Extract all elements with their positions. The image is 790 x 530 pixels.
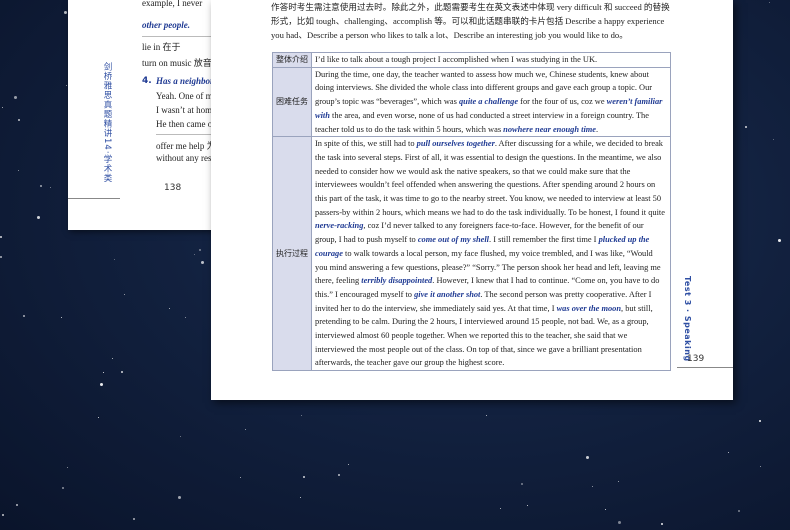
star — [500, 508, 501, 509]
star — [301, 415, 302, 416]
star — [37, 216, 40, 219]
star — [586, 456, 589, 459]
star — [61, 317, 62, 318]
star — [521, 483, 523, 485]
star — [661, 523, 663, 525]
content-text: . — [596, 124, 599, 134]
star — [605, 509, 606, 510]
table-row: 困难任务 During the time, one day, the teache… — [272, 66, 671, 138]
star — [773, 139, 774, 140]
main-page-number-rule — [677, 367, 733, 368]
star — [98, 417, 99, 418]
row-content: I’d like to talk about a tough project I… — [311, 52, 671, 68]
star — [169, 308, 170, 309]
row-label: 执行过程 — [272, 136, 312, 372]
row-label: 整体介绍 — [272, 52, 312, 68]
star — [300, 497, 301, 498]
star — [486, 415, 487, 416]
row-content: During the time, one day, the teacher wa… — [311, 66, 671, 138]
highlighted-phrase: pull ourselves together — [416, 139, 495, 149]
main-page: 作答时考生需注意使用过去时。除此之外，此题需要考生在英文表述中体现 very d… — [211, 0, 733, 400]
back-page-top-line: example, I never — [142, 0, 203, 8]
star — [124, 294, 125, 295]
star — [240, 477, 241, 478]
star — [618, 481, 619, 482]
star — [2, 514, 4, 516]
main-page-number: 139 — [687, 354, 705, 364]
intro-line: you had、Describe a person who likes to t… — [271, 30, 628, 40]
highlighted-phrase: nerve-racking — [315, 221, 364, 231]
star — [18, 170, 19, 171]
star — [728, 452, 729, 453]
content-text: the area, and even worse, none of us had… — [315, 110, 649, 134]
star — [180, 436, 181, 437]
star — [348, 464, 349, 465]
back-page-number-rule — [68, 198, 120, 199]
star — [40, 185, 42, 187]
star — [2, 107, 3, 108]
star — [759, 420, 761, 422]
star — [14, 96, 17, 99]
intro-line: 形式，比如 tough、challenging、accomplish 等。可以和… — [271, 16, 665, 26]
star — [778, 239, 781, 242]
star — [114, 259, 115, 260]
star — [592, 486, 593, 487]
star — [201, 261, 204, 264]
table-row: 执行过程 In spite of this, we still had to pu… — [272, 136, 671, 372]
section-side-tab: Test 3 · Speaking — [683, 276, 692, 362]
content-text: I’d like to talk about a tough project I… — [315, 55, 598, 64]
star — [121, 371, 123, 373]
highlighted-phrase: was over the moon — [556, 303, 622, 313]
star — [618, 521, 621, 524]
back-page-question-number: 4. — [142, 76, 152, 86]
star — [745, 126, 747, 128]
star — [133, 518, 135, 520]
back-page-line: lie in 在于 — [142, 42, 181, 52]
star — [194, 254, 195, 255]
star — [62, 487, 64, 489]
star — [66, 85, 67, 86]
star — [64, 11, 67, 14]
star — [185, 317, 186, 318]
star — [338, 474, 340, 476]
content-text: , but still, pretending to be calm. Duri… — [315, 303, 653, 368]
highlighted-phrase: come out of my shell — [417, 235, 490, 245]
intro-paragraph: 作答时考生需注意使用过去时。除此之外，此题需要考生在英文表述中体现 very d… — [271, 0, 671, 42]
highlighted-phrase: nowhere near enough time — [503, 124, 597, 134]
star — [18, 119, 20, 121]
star — [112, 358, 113, 359]
highlighted-phrase: quite a challenge — [458, 97, 519, 107]
highlighted-phrase: terribly disappointed — [361, 276, 433, 286]
content-text: for the four of us, coz we — [518, 97, 607, 107]
star — [23, 315, 25, 317]
highlighted-phrase: give it another shot — [414, 289, 481, 299]
star — [199, 249, 201, 251]
star — [67, 467, 68, 468]
star — [103, 372, 104, 373]
row-content: In spite of this, we still had to pull o… — [311, 136, 671, 372]
back-page-side-title: 剑桥雅思真题精讲14·学术类 — [102, 62, 112, 184]
intro-line: 作答时考生需注意使用过去时。除此之外，此题需要考生在英文表述中体现 very d… — [271, 2, 670, 12]
content-text: . I still remember the first time I — [489, 235, 599, 245]
star — [0, 256, 2, 258]
star — [50, 187, 51, 188]
content-text: In spite of this, we still had to — [315, 139, 417, 149]
star — [245, 429, 246, 430]
back-page-line: other people. — [142, 20, 190, 30]
row-label: 困难任务 — [272, 66, 312, 138]
answer-table: 整体介绍 I’d like to talk about a tough proje… — [272, 52, 671, 372]
star — [527, 505, 528, 506]
star — [303, 476, 305, 478]
star — [100, 383, 103, 386]
star — [0, 236, 2, 238]
star — [769, 2, 770, 3]
content-text: . After discussing for a while, we decid… — [315, 139, 665, 217]
star — [178, 496, 181, 499]
star — [738, 510, 740, 512]
back-page-line: turn on music 放音 — [142, 58, 212, 68]
star — [16, 504, 18, 506]
back-page-number: 138 — [164, 183, 182, 193]
star — [760, 466, 761, 467]
table-row: 整体介绍 I’d like to talk about a tough proje… — [272, 52, 671, 68]
